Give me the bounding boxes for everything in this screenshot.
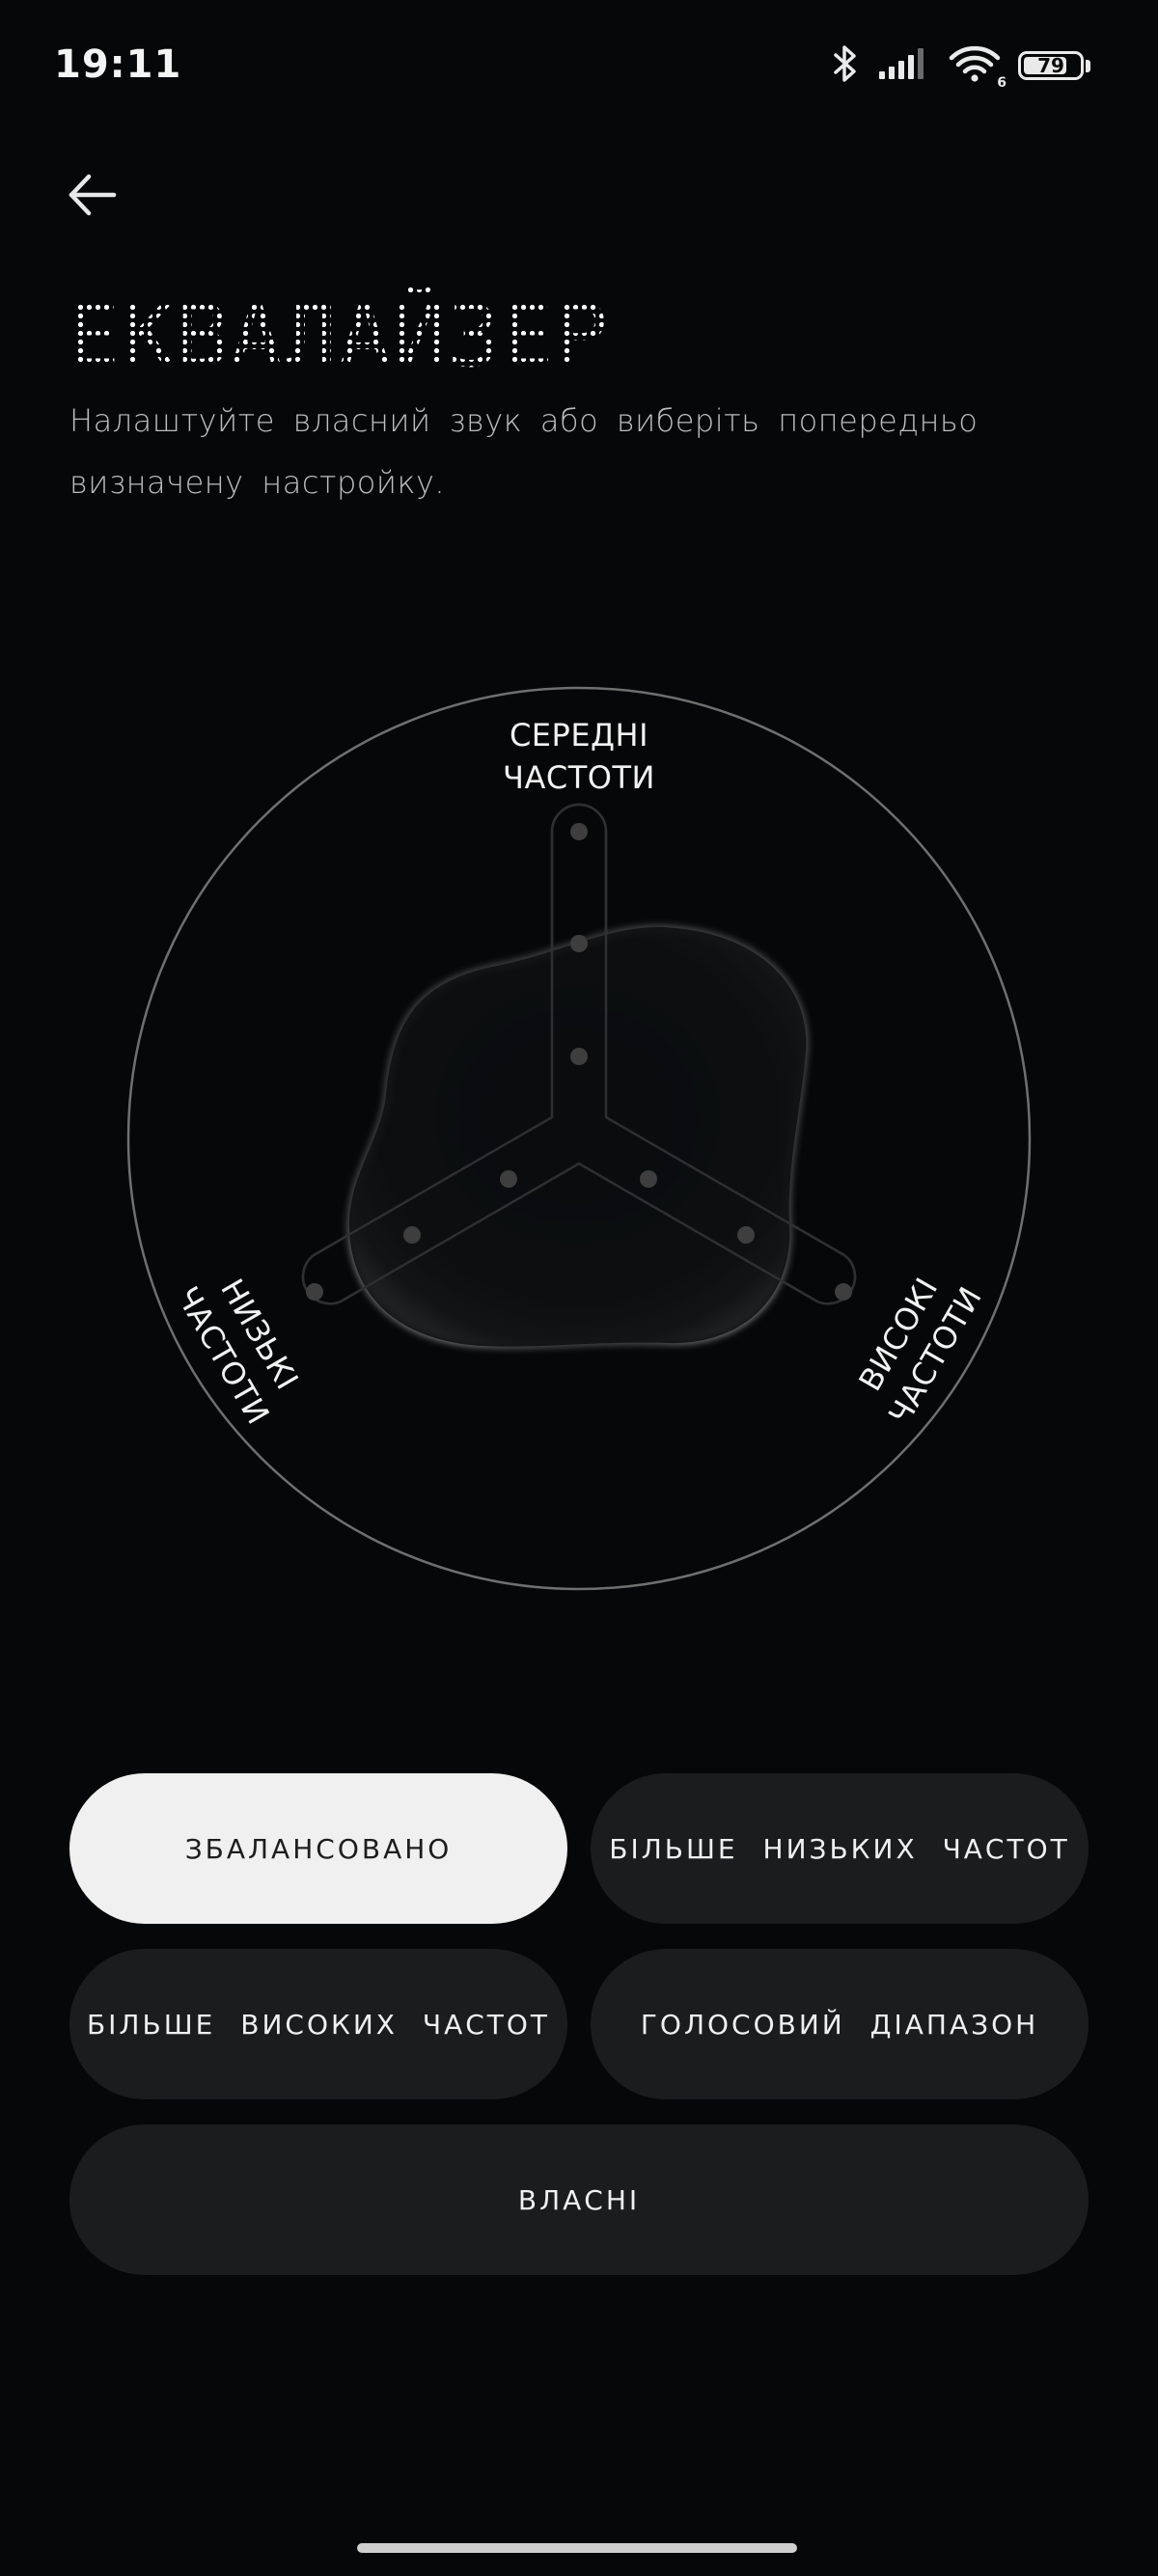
battery-indicator: 79 (1018, 51, 1084, 80)
home-indicator[interactable] (357, 2543, 797, 2553)
wifi-icon: 6 (949, 44, 1006, 91)
bluetooth-icon (831, 44, 860, 87)
mid-dot-1 (570, 823, 588, 840)
mid-frequencies-label: СЕРЕДНІ ЧАСТОТИ (503, 717, 655, 796)
signal-icon (877, 46, 931, 85)
low-dot-3 (306, 1283, 323, 1301)
status-bar: 19:11 6 79 (0, 0, 1158, 135)
preset-more-bass-button[interactable]: БІЛЬШЕ НИЗЬКИХ ЧАСТОТ (591, 1773, 1089, 1924)
low-frequencies-label: НИЗЬКІ ЧАСТОТИ (169, 1273, 306, 1431)
status-icons: 6 79 (831, 44, 1090, 91)
back-button[interactable] (56, 160, 129, 233)
signal-sub-label: 6 (997, 75, 1006, 91)
preset-balanced-button[interactable]: ЗБАЛАНСОВАНО (69, 1773, 567, 1924)
page-subtitle: Налаштуйте власний звук або виберіть поп… (69, 402, 979, 501)
battery-level: 79 (1037, 54, 1064, 77)
status-time: 19:11 (54, 42, 182, 87)
battery-tip (1086, 59, 1090, 72)
preset-custom-button[interactable]: ВЛАСНІ (69, 2124, 1089, 2275)
high-dot-3 (835, 1283, 852, 1301)
battery-icon: 79 (1018, 51, 1090, 80)
equalizer-shape (348, 926, 808, 1348)
preset-more-treble-button[interactable]: БІЛЬШЕ ВИСОКИХ ЧАСТОТ (69, 1949, 567, 2099)
arrow-left-icon (66, 168, 120, 226)
preset-voice-button[interactable]: ГОЛОСОВИЙ ДІАПАЗОН (591, 1949, 1089, 2099)
high-frequencies-label: ВИСОКІ ЧАСТОТИ (851, 1271, 989, 1431)
page-title: ЕКВАЛАЙЗЕР (68, 286, 610, 387)
